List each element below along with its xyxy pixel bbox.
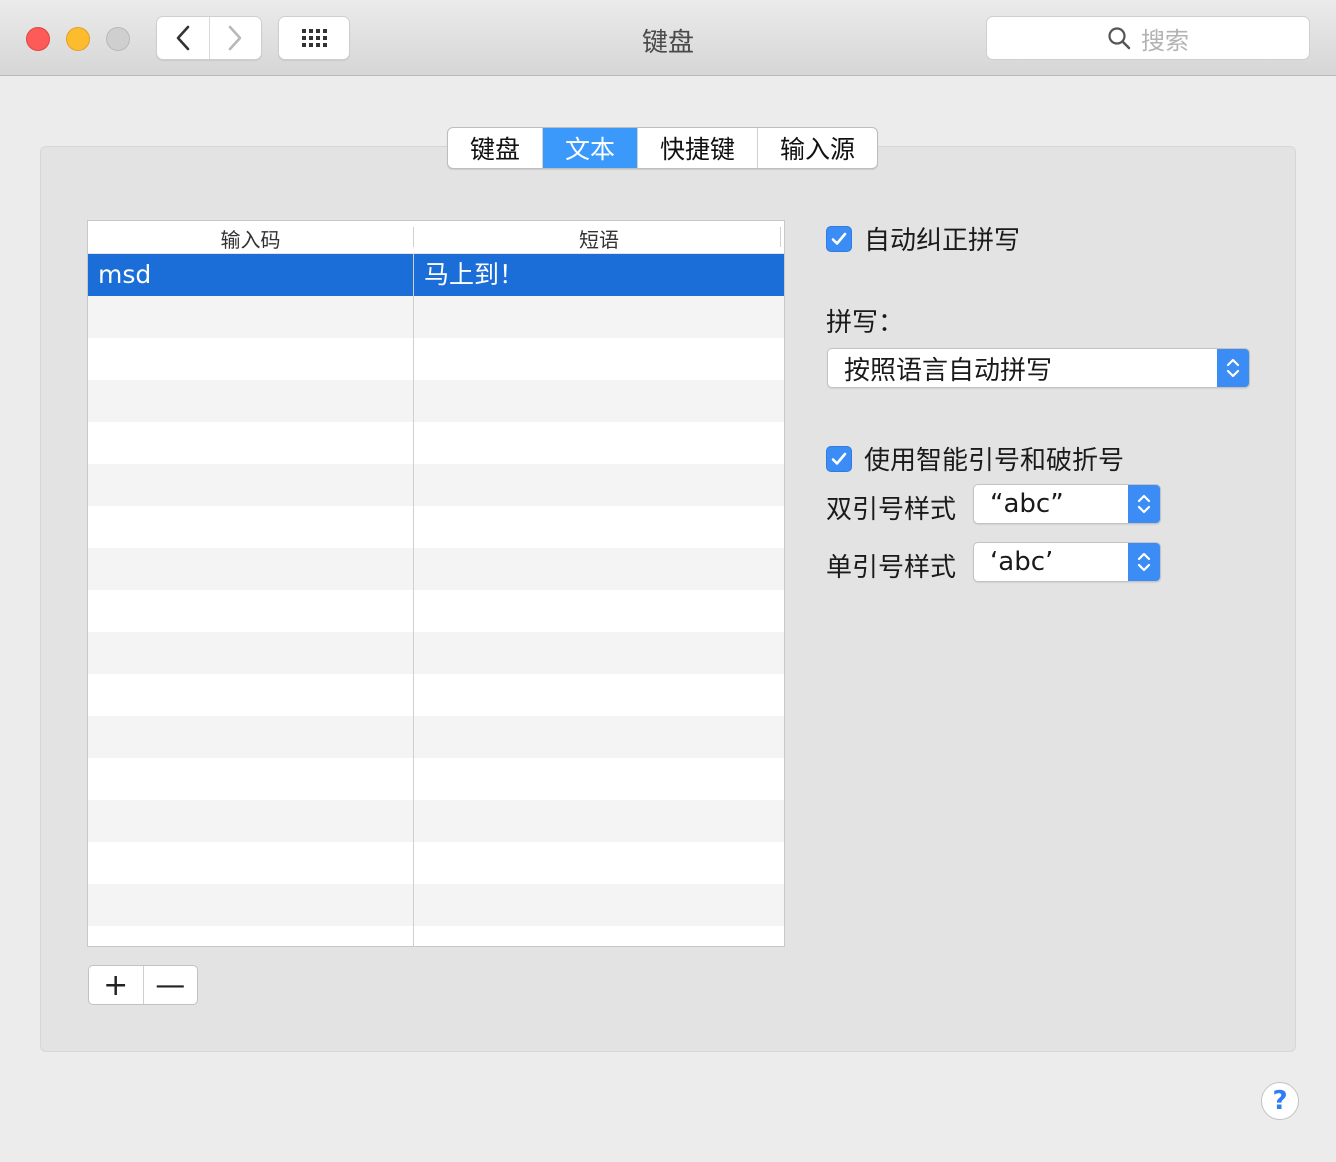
column-header-input[interactable]: 输入码: [88, 224, 413, 253]
smart-quotes-label: 使用智能引号和破折号: [864, 446, 1125, 476]
remove-button[interactable]: —: [142, 966, 198, 1004]
empty-row: [88, 674, 784, 716]
search-icon: [1108, 27, 1131, 50]
tab-text[interactable]: 文本: [542, 128, 638, 168]
empty-row: [88, 926, 784, 946]
smart-quotes-option[interactable]: 使用智能引号和破折号: [826, 440, 1124, 477]
empty-row: [88, 758, 784, 800]
single-quote-value: ‘abc’: [990, 547, 1054, 577]
help-button[interactable]: ?: [1261, 1082, 1299, 1120]
double-quote-popup[interactable]: “abc”: [973, 484, 1161, 524]
table-rows: msd 马上到！: [88, 254, 784, 946]
single-quote-label: 单引号样式: [826, 553, 957, 583]
smart-quotes-checkbox[interactable]: [826, 445, 852, 472]
autocorrect-label: 自动纠正拼写: [864, 226, 1021, 256]
empty-row: [88, 380, 784, 422]
spelling-popup[interactable]: 按照语言自动拼写: [827, 348, 1250, 388]
empty-row: [88, 422, 784, 464]
double-quote-value: “abc”: [990, 489, 1064, 519]
up-down-arrows-icon: [1128, 485, 1160, 523]
empty-row: [88, 338, 784, 380]
empty-row: [88, 716, 784, 758]
tab-bar: 键盘 文本 快捷键 输入源: [447, 127, 879, 169]
empty-row: [88, 842, 784, 884]
table-header: 输入码 短语: [88, 221, 784, 254]
empty-row: [88, 296, 784, 338]
autocorrect-checkbox[interactable]: [826, 225, 852, 252]
cell-phrase: 马上到！: [424, 260, 525, 289]
title-bar: 键盘 搜索: [0, 0, 1336, 76]
column-header-phrase[interactable]: 短语: [414, 224, 784, 253]
add-remove-buttons: + —: [88, 965, 198, 1005]
add-button[interactable]: +: [89, 966, 143, 1004]
up-down-arrows-icon: [1128, 543, 1160, 581]
checkmark-icon: [831, 232, 847, 245]
spelling-label: 拼写：: [826, 308, 905, 338]
empty-row: [88, 548, 784, 590]
empty-row: [88, 632, 784, 674]
empty-row: [88, 506, 784, 548]
cell-input: msd: [98, 260, 152, 289]
spelling-value: 按照语言自动拼写: [844, 355, 1053, 386]
checkmark-icon: [831, 452, 847, 465]
empty-row: [88, 884, 784, 926]
empty-row: [88, 590, 784, 632]
empty-row: [88, 800, 784, 842]
autocorrect-option[interactable]: 自动纠正拼写: [826, 220, 1020, 257]
empty-row: [88, 464, 784, 506]
column-divider: [413, 254, 414, 946]
search-placeholder: 搜索: [1141, 26, 1189, 55]
table-row[interactable]: msd 马上到！: [88, 254, 784, 296]
up-down-arrows-icon: [1217, 349, 1249, 387]
replacement-table[interactable]: 输入码 短语 msd 马上到！: [87, 220, 785, 947]
double-quote-label: 双引号样式: [826, 495, 957, 525]
tab-input-sources[interactable]: 输入源: [757, 128, 877, 168]
search-field[interactable]: 搜索: [986, 16, 1310, 60]
tab-shortcuts[interactable]: 快捷键: [637, 128, 757, 168]
tab-keyboard[interactable]: 键盘: [448, 128, 542, 168]
single-quote-popup[interactable]: ‘abc’: [973, 542, 1161, 582]
column-separator: [780, 227, 781, 247]
